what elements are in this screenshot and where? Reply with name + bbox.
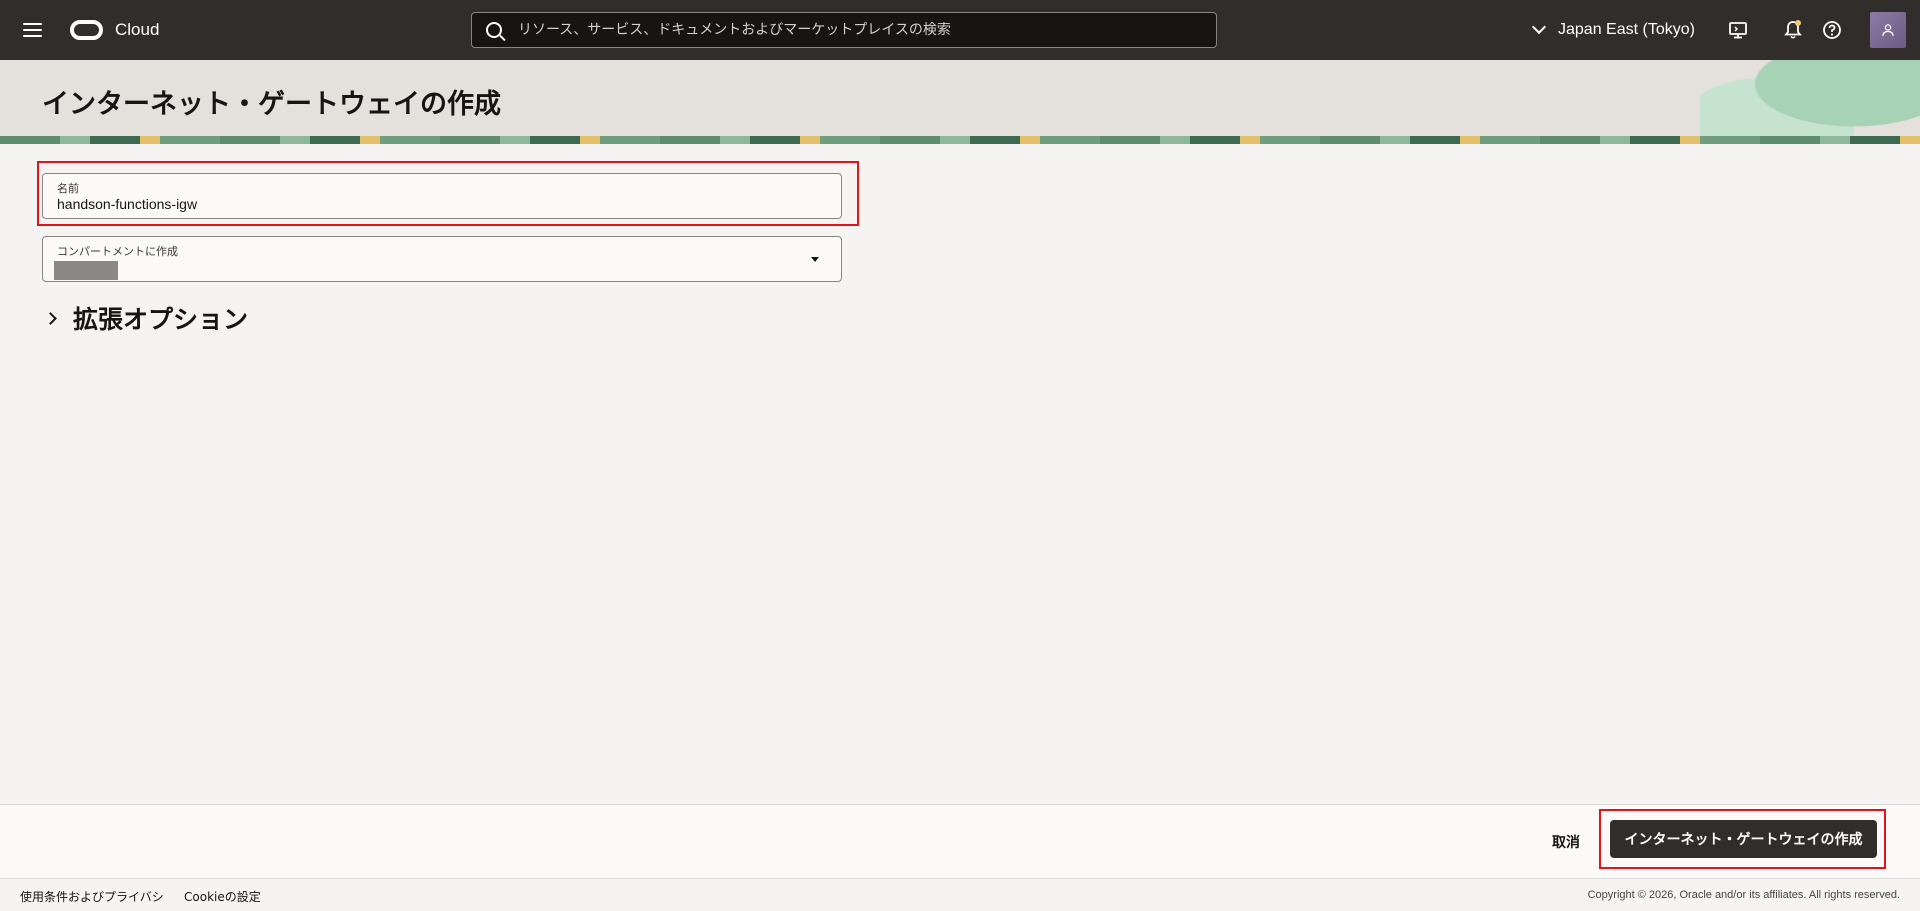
advanced-options-label: 拡張オプション [73,305,249,334]
terms-privacy-link[interactable]: 使用条件およびプライバシ [20,888,164,905]
create-internet-gateway-button[interactable]: インターネット・ゲートウェイの作成 [1610,820,1877,858]
oracle-cloud-home-link[interactable]: Cloud [70,17,159,43]
user-avatar[interactable] [1870,12,1906,48]
chevron-right-icon [44,311,57,325]
cancel-button[interactable]: 取消 [1540,829,1592,855]
region-label: Japan East (Tokyo) [1558,21,1695,38]
name-input[interactable] [57,196,817,212]
cookie-settings-link[interactable]: Cookieの設定 [184,888,261,905]
page-title: インターネット・ゲートウェイの作成 [42,89,501,120]
footer: 使用条件およびプライバシ Cookieの設定 Copyright © 2026,… [0,879,1920,911]
notification-dot [1795,20,1801,26]
page-header: インターネット・ゲートウェイの作成 [0,60,1920,144]
compartment-field-label: コンパートメントに作成 [57,245,178,258]
notification-bell-icon[interactable] [1781,18,1805,42]
compartment-select[interactable]: コンパートメントに作成 [42,236,842,282]
brand-text: Cloud [115,20,160,39]
region-selector[interactable]: Japan East (Tokyo) [1531,16,1695,44]
chevron-down-icon [1531,19,1547,35]
oracle-logo-icon [70,20,103,40]
search-input[interactable] [518,22,1216,38]
action-bar: 取消 インターネット・ゲートウェイの作成 [0,804,1920,879]
name-field-label: 名前 [57,182,79,195]
decorative-leaf-pattern [1700,60,1920,144]
search-icon [486,22,502,38]
advanced-options-toggle[interactable]: 拡張オプション [42,300,248,336]
top-navigation-bar: Cloud Japan East (Tokyo) [0,0,1920,60]
copyright-text: Copyright © 2026, Oracle and/or its affi… [1587,889,1900,901]
menu-icon[interactable] [20,18,44,42]
redacted-compartment-value [54,261,118,280]
caret-down-icon[interactable] [811,257,819,262]
help-icon[interactable] [1820,18,1844,42]
cloud-shell-icon[interactable] [1726,18,1750,42]
decorative-pattern-strip [0,136,1920,144]
name-field[interactable]: 名前 [42,173,842,219]
user-icon [1882,24,1894,37]
global-search[interactable] [471,12,1217,48]
